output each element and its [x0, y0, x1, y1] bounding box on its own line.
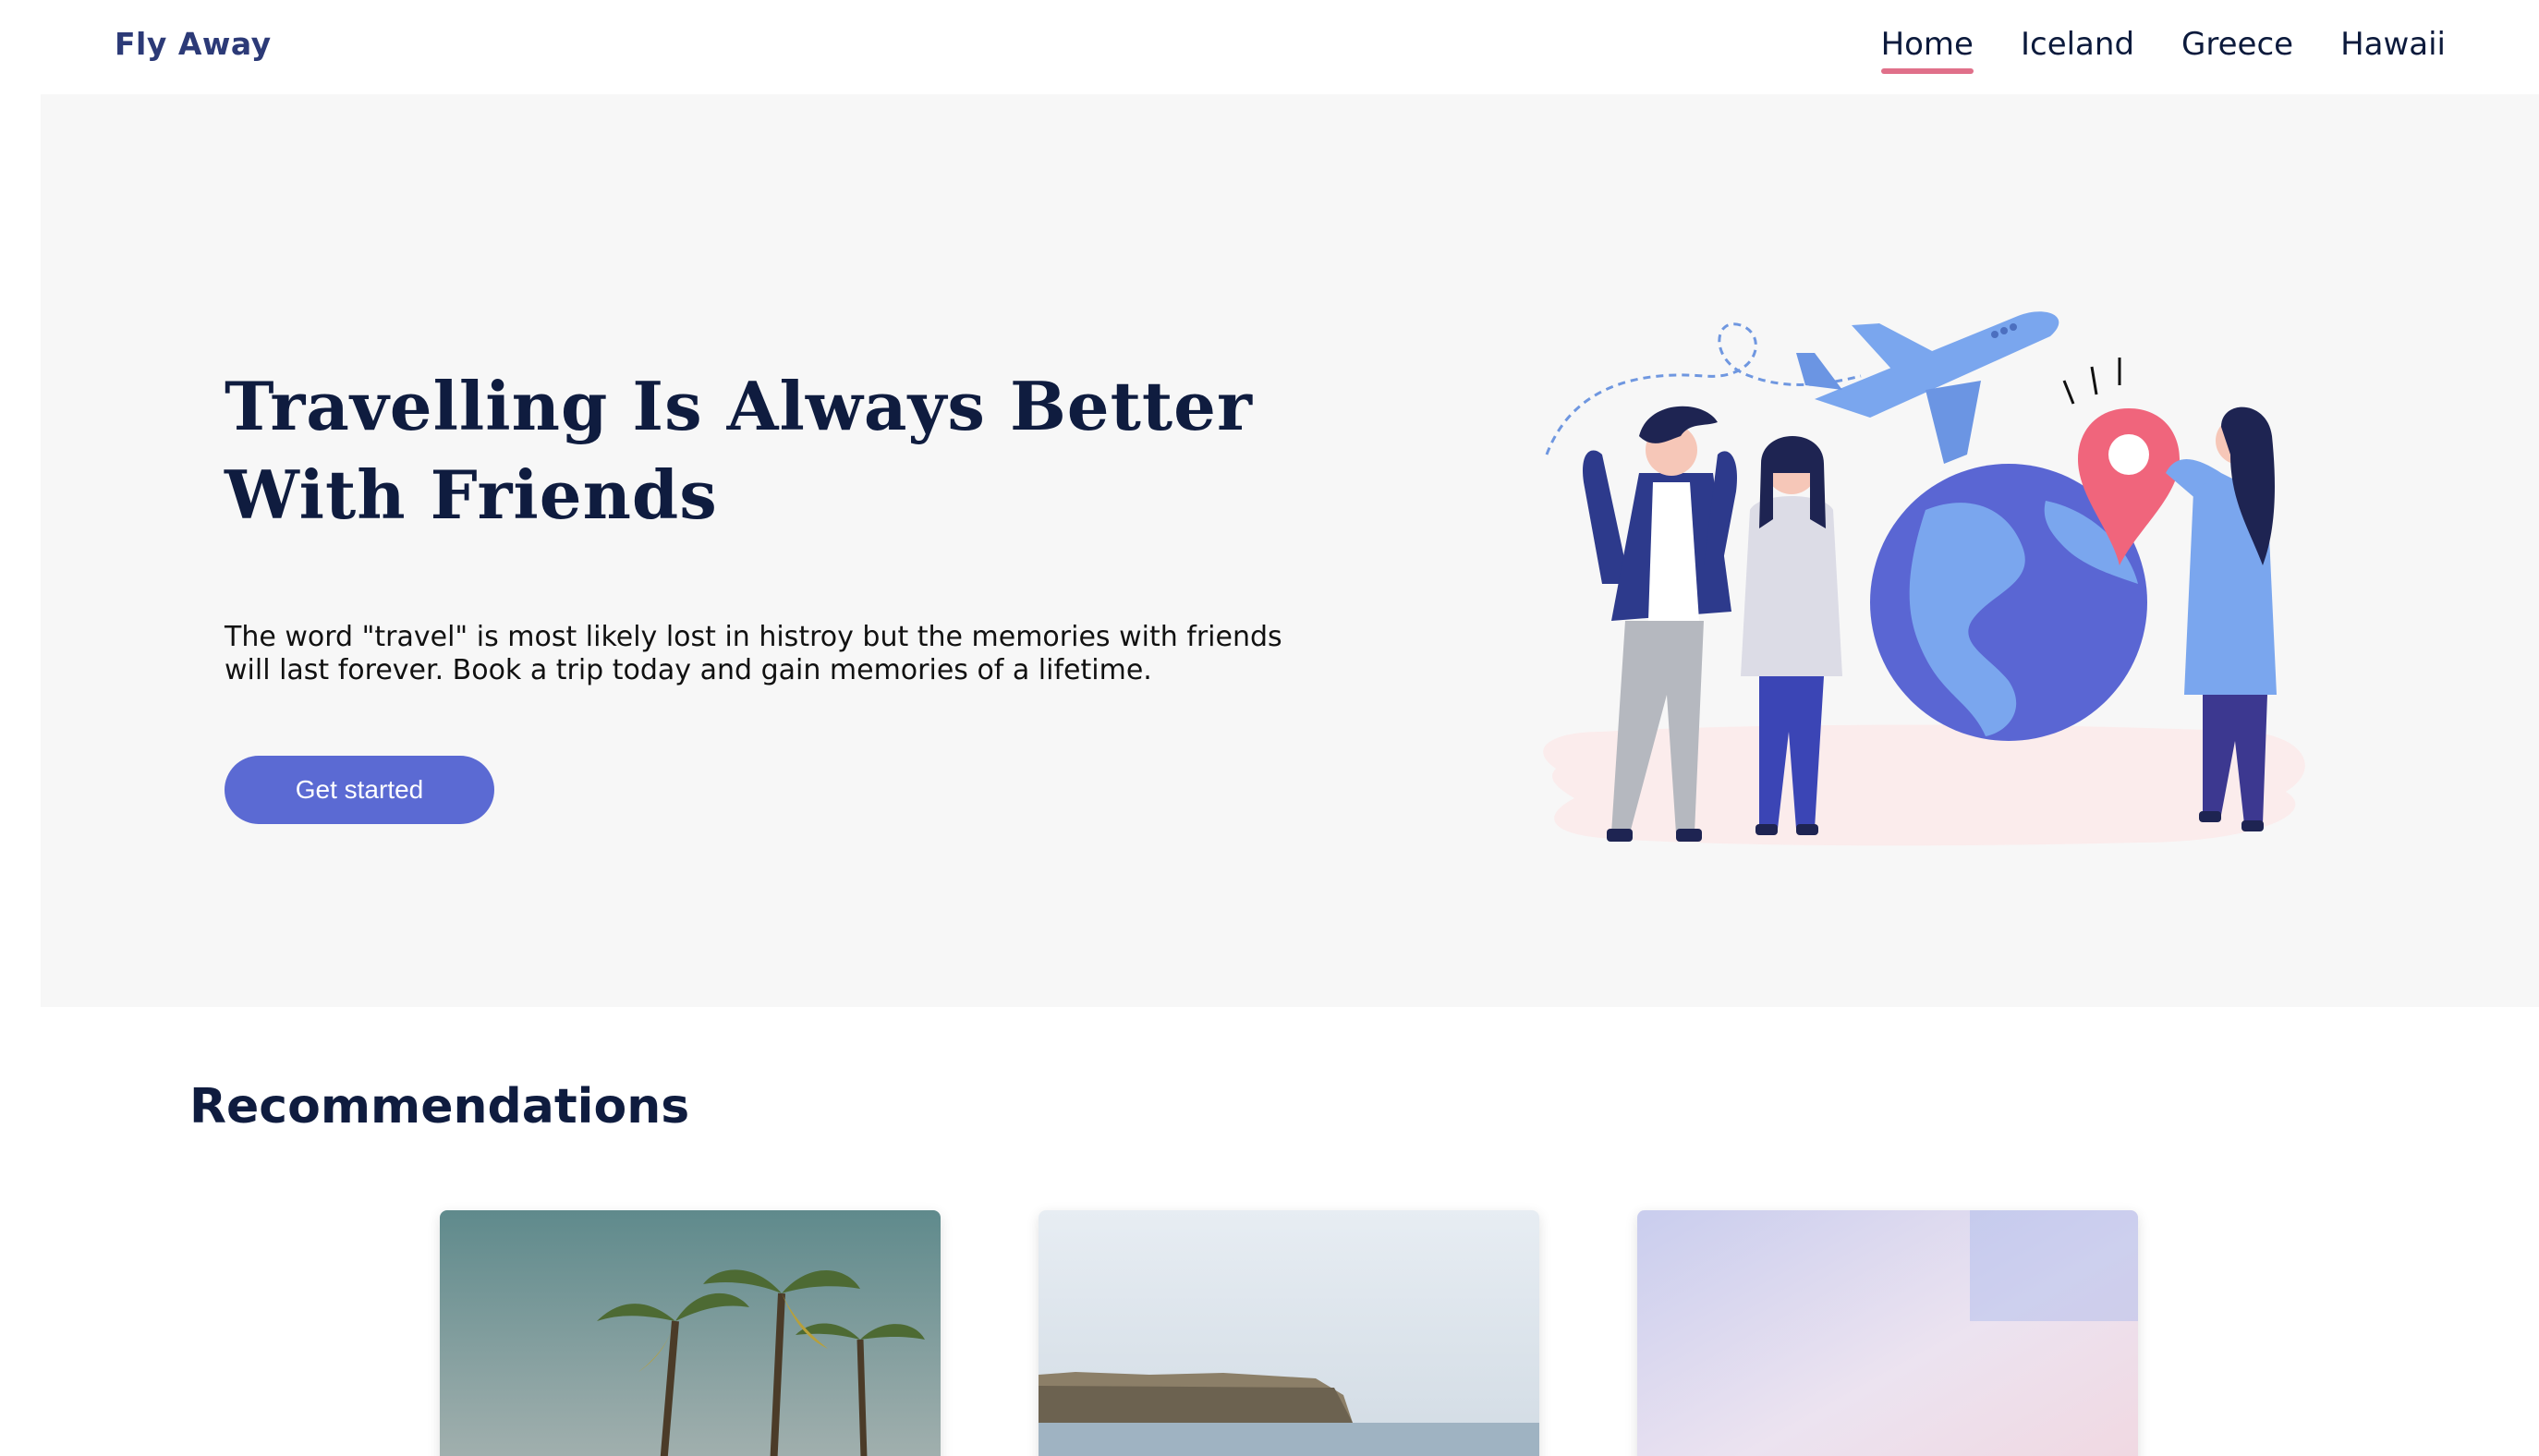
- airplane-icon: [1796, 311, 2059, 464]
- hero-title: Travelling Is Always Better With Friends: [225, 367, 1253, 534]
- recommendation-cards: [0, 1210, 2539, 1456]
- nav-item-home[interactable]: Home: [1880, 26, 1974, 74]
- palm-trees-photo: [440, 1210, 941, 1456]
- get-started-button[interactable]: Get started: [225, 756, 494, 824]
- main-nav: Home Iceland Greece Hawaii: [1880, 26, 2446, 74]
- top-navigation-bar: Fly Away Home Iceland Greece Hawaii: [0, 0, 2539, 94]
- card-coastal-cliff[interactable]: [1039, 1210, 1539, 1456]
- ground-shape: [1543, 724, 2305, 846]
- recommendations-heading: Recommendations: [189, 1079, 690, 1134]
- hero-section: Travelling Is Always Better With Friends…: [41, 94, 2539, 1007]
- coastal-cliff-photo: [1039, 1210, 1539, 1456]
- travel-friends-illustration: [1543, 311, 2305, 846]
- hero-description: The word "travel" is most likely lost in…: [225, 621, 1282, 686]
- pastel-sky-photo: [1637, 1210, 2138, 1456]
- nav-item-hawaii[interactable]: Hawaii: [2340, 26, 2446, 74]
- nav-item-greece[interactable]: Greece: [2181, 26, 2293, 74]
- flight-path: [1545, 322, 1862, 455]
- nav-item-iceland[interactable]: Iceland: [2021, 26, 2134, 74]
- brand-logo[interactable]: Fly Away: [115, 26, 272, 62]
- card-palm-trees[interactable]: [440, 1210, 941, 1456]
- card-pastel-sky[interactable]: [1637, 1210, 2138, 1456]
